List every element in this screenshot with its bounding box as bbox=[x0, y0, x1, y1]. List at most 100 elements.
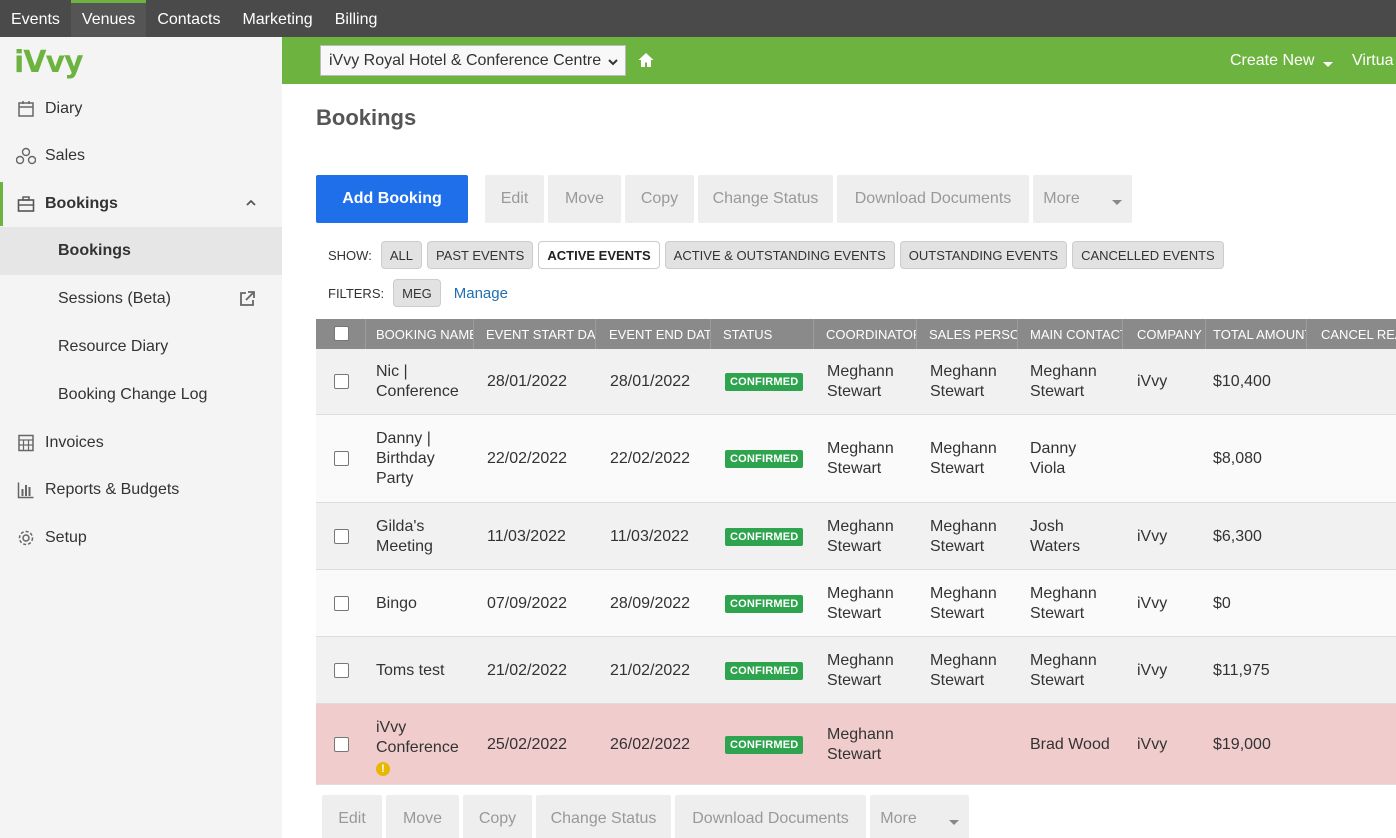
coordinator-line: Meghann bbox=[827, 652, 894, 669]
table-row[interactable]: iVvy Conference! 25/02/2022 26/02/2022 CONFI… bbox=[316, 704, 1396, 785]
col-event-end-date[interactable]: EVENT END DATE bbox=[603, 319, 711, 349]
booking-name-line: ! bbox=[376, 758, 459, 776]
sidebar-item-sales[interactable]: Sales bbox=[0, 134, 282, 178]
calendar-icon bbox=[16, 99, 36, 119]
show-past-events[interactable]: PAST EVENTS bbox=[426, 241, 534, 269]
sales-person-line: Meghann bbox=[930, 518, 997, 535]
row-checkbox[interactable] bbox=[334, 663, 349, 678]
ivvy-logo[interactable]: iVvy bbox=[14, 45, 84, 80]
sales-person: Meghann Stewart bbox=[930, 651, 997, 691]
booking-name-line: Conference bbox=[376, 383, 459, 400]
chevron-up-icon[interactable] bbox=[244, 196, 258, 210]
change-status-button[interactable]: Change Status bbox=[698, 175, 833, 223]
coordinator-line: Meghann bbox=[827, 518, 894, 535]
caret-down-icon bbox=[948, 814, 959, 825]
home-icon[interactable] bbox=[637, 51, 655, 69]
topnav-marketing[interactable]: Marketing bbox=[231, 0, 323, 37]
col-sales-person[interactable]: SALES PERSON bbox=[923, 319, 1018, 349]
sidebar-item-setup[interactable]: Setup bbox=[0, 516, 282, 560]
col-company[interactable]: COMPANY bbox=[1131, 319, 1206, 349]
bottom-edit-button[interactable]: Edit bbox=[322, 795, 382, 838]
total-amount: $19,000 bbox=[1213, 736, 1271, 753]
booking-name[interactable]: Nic | Conference bbox=[376, 362, 459, 402]
booking-name[interactable]: Danny | Birthday Party bbox=[376, 429, 435, 489]
sidebar-subitem-bookings[interactable]: Bookings bbox=[0, 227, 282, 275]
coordinator: Meghann Stewart bbox=[827, 651, 894, 691]
move-button[interactable]: Move bbox=[548, 175, 621, 223]
event-start-date: 22/02/2022 bbox=[487, 450, 568, 467]
virtual-menu[interactable]: Virtua bbox=[1352, 37, 1394, 84]
show-outstanding-events[interactable]: OUTSTANDING EVENTS bbox=[899, 241, 1068, 269]
row-checkbox[interactable] bbox=[334, 596, 349, 611]
add-booking-button[interactable]: Add Booking bbox=[316, 175, 468, 223]
col-status[interactable]: STATUS bbox=[717, 319, 814, 349]
table-row[interactable]: Nic | Conference 28/01/2022 28/01/2022 CONFI… bbox=[316, 349, 1396, 415]
sidebar-subitem-sessions[interactable]: Sessions (Beta) bbox=[0, 275, 282, 323]
show-active-outstanding-events[interactable]: ACTIVE & OUTSTANDING EVENTS bbox=[664, 241, 895, 269]
table-row[interactable]: Toms test 21/02/2022 21/02/2022 CONFIRMED Me… bbox=[316, 637, 1396, 704]
bottom-more-button[interactable]: More bbox=[870, 795, 969, 838]
main-contact-line: Josh bbox=[1030, 518, 1064, 535]
sidebar-item-bookings[interactable]: Bookings bbox=[0, 182, 282, 226]
bottom-copy-button[interactable]: Copy bbox=[463, 795, 532, 838]
venue-select[interactable]: iVvy Royal Hotel & Conference Centre bbox=[320, 45, 626, 76]
sidebar-subitem-booking-change-log[interactable]: Booking Change Log bbox=[0, 371, 282, 419]
booking-name[interactable]: Bingo bbox=[376, 594, 417, 614]
event-end-date: 28/09/2022 bbox=[610, 595, 691, 612]
show-all[interactable]: ALL bbox=[380, 241, 422, 269]
booking-name-line: Toms test bbox=[376, 662, 445, 679]
warning-icon[interactable]: ! bbox=[376, 762, 390, 776]
more-button[interactable]: More bbox=[1033, 175, 1132, 223]
table-row[interactable]: Bingo 07/09/2022 28/09/2022 CONFIRMED Meghan… bbox=[316, 570, 1396, 637]
total-amount: $6,300 bbox=[1213, 528, 1262, 545]
manage-filters-link[interactable]: Manage bbox=[454, 285, 508, 302]
table-row[interactable]: Gilda's Meeting 11/03/2022 11/03/2022 CONFIR… bbox=[316, 503, 1396, 570]
topnav-contacts[interactable]: Contacts bbox=[146, 0, 231, 37]
topnav-events[interactable]: Events bbox=[0, 0, 71, 37]
col-total-amount[interactable]: TOTAL AMOUNT bbox=[1207, 319, 1307, 349]
external-link-icon[interactable] bbox=[238, 290, 256, 308]
table-header: BOOKING NAME EVENT START DATE EVENT END … bbox=[316, 319, 1396, 349]
event-end-date: 28/01/2022 bbox=[610, 373, 691, 390]
more-label: More bbox=[880, 810, 917, 827]
copy-button[interactable]: Copy bbox=[625, 175, 694, 223]
calculator-icon bbox=[16, 433, 36, 453]
booking-name[interactable]: Gilda's Meeting bbox=[376, 517, 433, 557]
sidebar-item-label: Diary bbox=[45, 100, 83, 117]
col-main-contact[interactable]: MAIN CONTACT bbox=[1024, 319, 1123, 349]
show-active-events[interactable]: ACTIVE EVENTS bbox=[538, 241, 660, 269]
edit-button[interactable]: Edit bbox=[485, 175, 544, 223]
total-amount: $11,975 bbox=[1213, 662, 1270, 679]
sidebar-subitem-resource-diary[interactable]: Resource Diary bbox=[0, 323, 282, 371]
col-cancel-reason[interactable]: CANCEL REAS bbox=[1315, 319, 1396, 349]
sidebar-item-diary[interactable]: Diary bbox=[0, 87, 282, 131]
booking-name[interactable]: iVvy Conference! bbox=[376, 718, 459, 776]
show-cancelled-events[interactable]: CANCELLED EVENTS bbox=[1072, 241, 1224, 269]
sales-person-line: Stewart bbox=[930, 538, 985, 555]
bar-chart-icon bbox=[16, 480, 36, 500]
create-new-button[interactable]: Create New bbox=[1230, 37, 1334, 84]
row-checkbox[interactable] bbox=[334, 374, 349, 389]
row-checkbox[interactable] bbox=[334, 529, 349, 544]
select-all-checkbox[interactable] bbox=[334, 326, 349, 341]
total-amount: $10,400 bbox=[1213, 373, 1271, 390]
status-badge: CONFIRMED bbox=[725, 528, 804, 546]
row-checkbox[interactable] bbox=[334, 451, 349, 466]
sidebar-item-invoices[interactable]: Invoices bbox=[0, 421, 282, 465]
bottom-move-button[interactable]: Move bbox=[386, 795, 459, 838]
col-coordinator[interactable]: COORDINATOR bbox=[820, 319, 917, 349]
col-event-start-date[interactable]: EVENT START DATE bbox=[480, 319, 596, 349]
bottom-download-documents-button[interactable]: Download Documents bbox=[675, 795, 866, 838]
sales-person-line: Meghann bbox=[930, 585, 997, 602]
bottom-change-status-button[interactable]: Change Status bbox=[536, 795, 671, 838]
topnav-billing[interactable]: Billing bbox=[324, 0, 389, 37]
sales-person-line: Stewart bbox=[930, 672, 985, 689]
sidebar-item-reports[interactable]: Reports & Budgets bbox=[0, 468, 282, 512]
topnav-venues[interactable]: Venues bbox=[70, 0, 147, 37]
download-documents-button[interactable]: Download Documents bbox=[837, 175, 1029, 223]
table-row[interactable]: Danny | Birthday Party 22/02/2022 22/02/2022… bbox=[316, 415, 1396, 503]
booking-name[interactable]: Toms test bbox=[376, 661, 444, 681]
row-checkbox[interactable] bbox=[334, 737, 349, 752]
filter-tag-meg[interactable]: MEG bbox=[393, 279, 441, 307]
col-booking-name[interactable]: BOOKING NAME bbox=[370, 319, 474, 349]
